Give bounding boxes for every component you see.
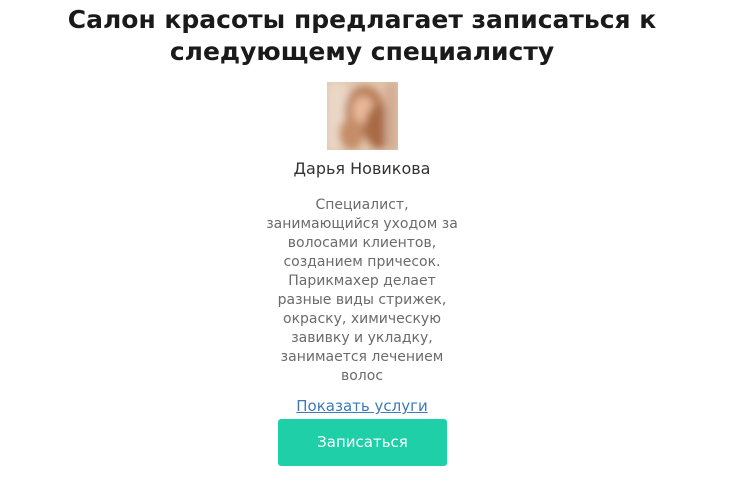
specialist-name: Дарья Новикова — [293, 159, 431, 178]
booking-page: Салон красоты предлагает записаться к сл… — [0, 0, 740, 491]
show-services-container: Показать услуги — [0, 396, 724, 416]
specialist-avatar — [327, 82, 398, 150]
show-services-link[interactable]: Показать услуги — [296, 397, 427, 415]
book-button[interactable]: Записаться — [278, 419, 447, 466]
page-title: Салон красоты предлагает записаться к сл… — [67, 5, 657, 66]
specialist-description: Специалист, занимающийся уходом за волос… — [266, 197, 458, 384]
